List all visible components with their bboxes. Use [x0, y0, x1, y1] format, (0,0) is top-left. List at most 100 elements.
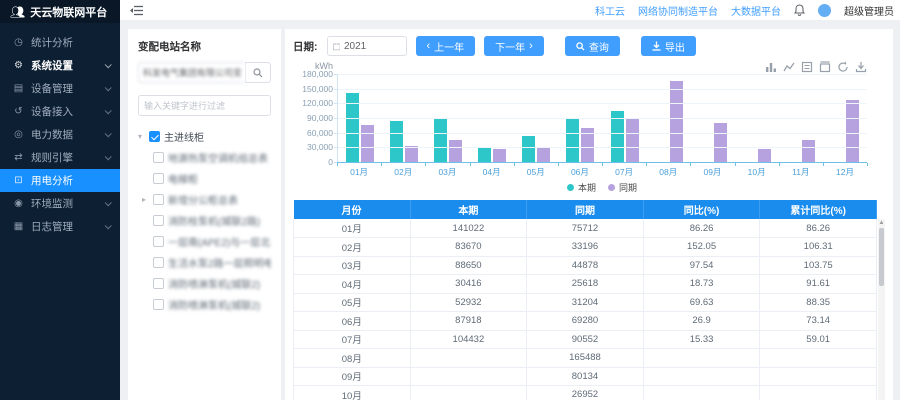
tree-node-root[interactable]: ▾ 主进线柜 [138, 126, 271, 147]
station-name-input[interactable] [138, 62, 245, 83]
bell-icon[interactable] [794, 4, 805, 16]
topbar-link-1[interactable]: 网络协同制造平台 [638, 3, 718, 18]
date-input[interactable] [344, 41, 401, 52]
sidebar-item-power-analysis[interactable]: ⊡用电分析 [0, 169, 120, 192]
tree-node[interactable]: 一层南(APE2)与一层北(APE1)总 [138, 231, 271, 252]
tree-node[interactable]: 消防喷淋泵机(城联2) [138, 294, 271, 315]
table-cell: 44878 [527, 256, 644, 275]
checkbox-unchecked[interactable] [153, 257, 164, 268]
sidebar-item-label: 系统设置 [31, 58, 98, 73]
export-button[interactable]: 导出 [641, 36, 696, 56]
next-year-button[interactable]: 下一年› [484, 36, 544, 56]
chevron-right-icon: › [529, 41, 533, 52]
data-view-icon[interactable] [801, 61, 813, 73]
avatar[interactable] [818, 4, 831, 17]
sidebar-item-label: 环境监测 [31, 196, 98, 211]
table-cell: 09月 [294, 367, 411, 386]
x-axis-tick [690, 163, 691, 166]
table-scrollbar[interactable]: ▲ [878, 219, 885, 400]
app-title: 天云物联网平台 [30, 4, 107, 20]
gridline [338, 147, 867, 148]
x-axis-tick [470, 163, 471, 166]
tree-node[interactable]: ▸新增分公柜总表 [138, 189, 271, 210]
scroll-up-icon[interactable]: ▲ [878, 220, 885, 226]
prev-year-button[interactable]: ‹上一年 [416, 36, 476, 56]
gridline [338, 103, 867, 104]
table-cell: 86.26 [643, 219, 760, 238]
scrollbar-thumb[interactable] [879, 228, 884, 286]
checkbox-unchecked[interactable] [153, 278, 164, 289]
sidebar-item-label: 规则引擎 [31, 150, 98, 165]
tree-filter-input[interactable] [138, 95, 271, 116]
sidebar-item-rule-engine[interactable]: ⇄规则引擎 [0, 146, 120, 169]
checkbox-unchecked[interactable] [153, 215, 164, 226]
table-cell: 26952 [527, 386, 644, 400]
table-cell: 152.05 [643, 238, 760, 257]
sidebar-item-device-access[interactable]: ↺设备接入 [0, 100, 120, 123]
sidebar-item-device-manage[interactable]: ▤设备管理 [0, 77, 120, 100]
sidebar-item-env-monitor[interactable]: ◉ 环境监测 [0, 192, 120, 215]
table-row: 01月1410227571286.2686.26 [294, 219, 877, 238]
station-tree-panel: 变配电站名称 ▾ 主进线柜 地源热泵空调机组总表电梯柜▸新增分公柜总表消防栓泵机… [128, 29, 281, 400]
table-row: 02月8367033196152.05106.31 [294, 238, 877, 257]
table-cell: 33196 [527, 238, 644, 257]
checkbox-unchecked[interactable] [153, 194, 164, 205]
y-axis-label: 90,000 [307, 113, 333, 123]
x-axis-label: 12月 [823, 163, 867, 178]
tree-node[interactable]: 消防喷淋泵机(城联2) [138, 273, 271, 294]
tree-node[interactable]: 消防栓泵机(城联2路) [138, 210, 271, 231]
tree-node-label: 电梯柜 [168, 171, 198, 186]
tree-node[interactable]: 电梯柜 [138, 168, 271, 189]
x-axis-label: 11月 [779, 163, 823, 178]
topbar-link-0[interactable]: 科工云 [595, 3, 625, 18]
bar-同期-04月 [493, 149, 506, 162]
date-label: 日期: [293, 39, 318, 54]
table-cell: 02月 [294, 238, 411, 257]
query-toolbar: 日期: ‹上一年 下一年› 查询 导出 [293, 36, 885, 56]
gridline [338, 74, 867, 75]
table-cell: 87918 [410, 312, 527, 331]
legend-label: 同期 [619, 181, 637, 194]
env-monitor-icon: ◉ [13, 198, 24, 209]
caret-right-icon[interactable]: ▸ [142, 195, 149, 204]
y-axis-tick [334, 147, 338, 148]
legend-item-同期[interactable]: 同期 [608, 181, 637, 194]
bar-chart-icon[interactable] [765, 61, 777, 73]
table-header: 月份本期同期同比(%)累计同比(%) [294, 200, 877, 219]
legend-item-本期[interactable]: 本期 [567, 181, 596, 194]
checkbox-checked[interactable] [149, 131, 160, 142]
tree-node[interactable]: 地源热泵空调机组总表 [138, 147, 271, 168]
table-cell: 86.26 [760, 219, 877, 238]
restore-icon[interactable] [819, 61, 831, 73]
sidebar-item-stats[interactable]: ◷统计分析 [0, 31, 120, 54]
checkbox-unchecked[interactable] [153, 152, 164, 163]
table-cell [643, 386, 760, 400]
x-axis-label: 03月 [425, 163, 469, 178]
sidebar-item-power-data[interactable]: ◎电力数据 [0, 123, 120, 146]
x-axis-label: 06月 [558, 163, 602, 178]
x-axis-tick [646, 163, 647, 166]
bar-同期-09月 [714, 123, 727, 162]
topbar-link-2[interactable]: 大数据平台 [731, 3, 781, 18]
line-chart-icon[interactable] [783, 61, 795, 73]
caret-down-icon[interactable]: ▾ [138, 132, 145, 141]
refresh-icon[interactable] [837, 61, 849, 73]
y-axis-tick [334, 89, 338, 90]
query-button[interactable]: 查询 [565, 36, 620, 56]
collapse-menu-icon[interactable] [130, 5, 143, 16]
checkbox-unchecked[interactable] [153, 236, 164, 247]
save-image-icon[interactable] [855, 61, 867, 73]
x-axis-tick [337, 163, 338, 166]
checkbox-unchecked[interactable] [153, 173, 164, 184]
username[interactable]: 超级管理员 [844, 3, 894, 18]
checkbox-unchecked[interactable] [153, 299, 164, 310]
sidebar-item-settings[interactable]: ⚙系统设置 [0, 54, 120, 77]
date-picker[interactable] [327, 36, 407, 56]
sidebar-item-log-manage[interactable]: ▦日志管理 [0, 215, 120, 238]
y-axis-tick [334, 74, 338, 75]
station-search-button[interactable] [245, 62, 271, 83]
table-row: 08月165488 [294, 349, 877, 368]
table-cell [760, 349, 877, 368]
tree-node[interactable]: 生活水泵2路一层照明电源 [138, 252, 271, 273]
plot-area: 180,000150,000120,00090,00060,00030,0000 [337, 74, 867, 162]
